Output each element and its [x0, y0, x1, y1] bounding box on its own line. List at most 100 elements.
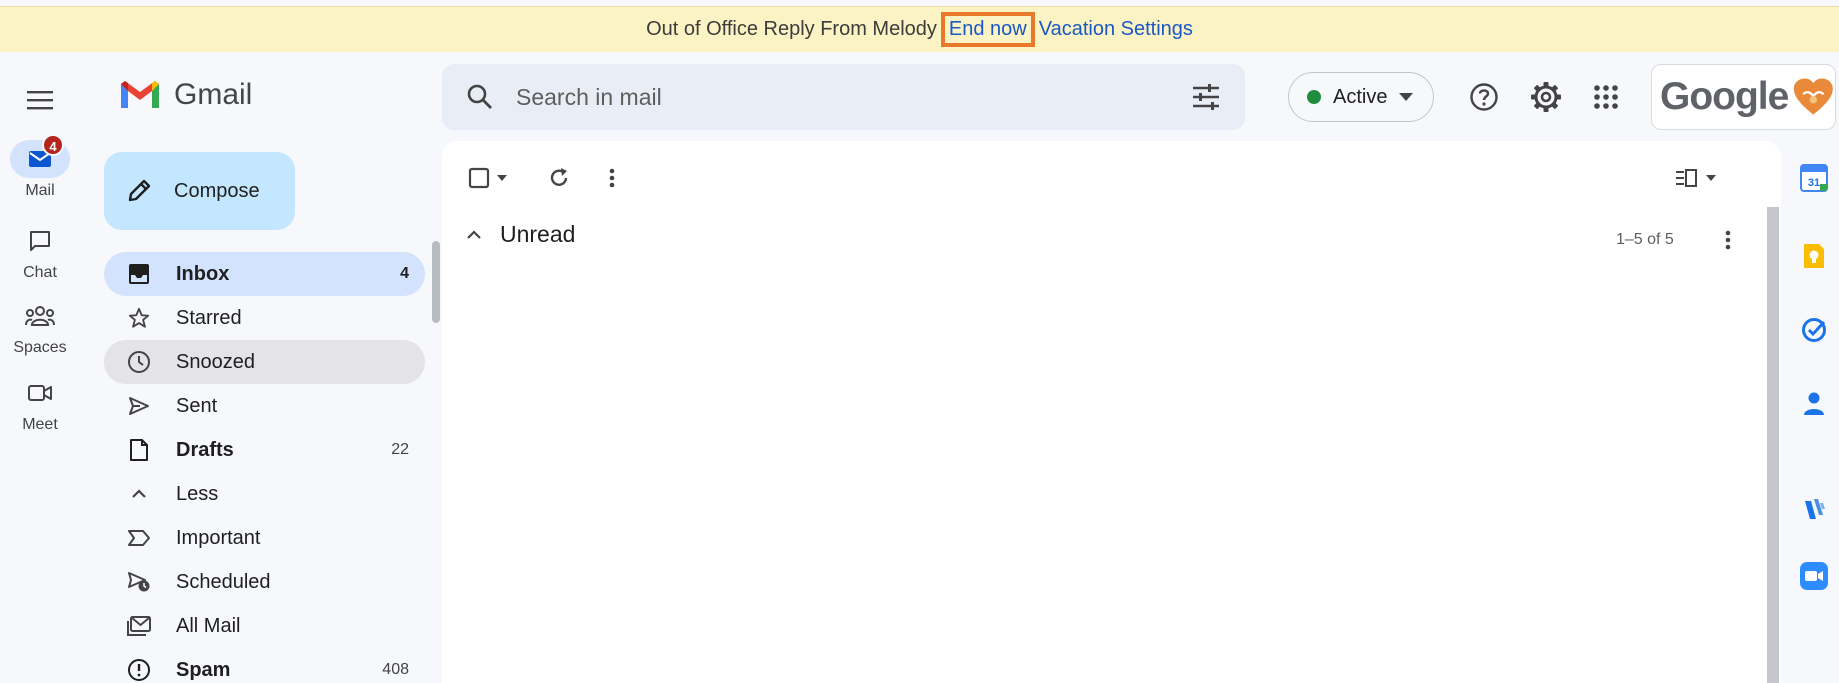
nav-scrollbar[interactable] [432, 241, 440, 323]
rail-label-mail: Mail [25, 182, 55, 199]
nav-item-important[interactable]: Important [104, 516, 425, 560]
search-options-icon[interactable] [1191, 84, 1221, 110]
status-dot [1307, 90, 1321, 104]
search-icon[interactable] [466, 83, 494, 111]
vacation-banner: Out of Office Reply From Melody End now … [0, 6, 1839, 52]
calendar-icon[interactable]: 31 [1800, 164, 1828, 192]
help-icon [1470, 83, 1498, 111]
spaces-icon [25, 306, 55, 326]
nav-label: Snoozed [176, 350, 255, 373]
gear-icon [1531, 82, 1561, 112]
rail-item-mail[interactable]: 4 Mail [0, 134, 80, 200]
compose-label: Compose [174, 179, 260, 202]
nav-item-spam[interactable]: Spam 408 [104, 648, 425, 683]
nav-item-snoozed[interactable]: Snoozed [104, 340, 425, 384]
rail-item-chat[interactable]: Chat [0, 222, 80, 282]
nav-item-less[interactable]: Less [104, 472, 425, 516]
spam-icon [126, 657, 152, 683]
section-options-button[interactable] [1718, 225, 1738, 255]
help-button[interactable] [1466, 79, 1502, 115]
status-dropdown[interactable]: Active [1288, 72, 1434, 122]
nav-item-sent[interactable]: Sent [104, 384, 425, 428]
gmail-m-icon [121, 81, 159, 108]
send-icon [126, 393, 152, 419]
nav-label: Starred [176, 306, 242, 329]
nav-label: Inbox [176, 262, 230, 285]
chevron-up-icon [126, 481, 152, 507]
draft-icon [126, 437, 152, 463]
vacation-settings-link[interactable]: Vacation Settings [1039, 18, 1193, 41]
select-all-checkbox[interactable] [466, 163, 516, 193]
nav-item-starred[interactable]: Starred [104, 296, 425, 340]
left-rail: 4 Mail Chat Spaces Meet [0, 52, 88, 683]
gmail-logo[interactable]: Gmail [118, 78, 252, 112]
calendar-day: 31 [1808, 177, 1820, 189]
section-title: Unread [500, 221, 576, 247]
app-name: Gmail [174, 78, 253, 111]
mail-unread-badge: 4 [42, 134, 64, 156]
clock-icon [126, 349, 152, 375]
rail-label-meet: Meet [22, 416, 58, 433]
scheduled-icon [126, 569, 152, 595]
all-mail-icon [126, 613, 152, 639]
rail-spaces-icon-wrap [10, 297, 70, 335]
rail-item-spaces[interactable]: Spaces [0, 297, 80, 357]
nav-count: 4 [400, 265, 409, 282]
account-button[interactable]: Google [1651, 64, 1836, 130]
split-pane-icon [1676, 169, 1716, 187]
rail-label-spaces: Spaces [13, 339, 67, 356]
caret-down-icon [1399, 93, 1414, 101]
nav-label: Important [176, 526, 261, 549]
pencil-icon [128, 179, 151, 202]
banner-message: Out of Office Reply From Melody [646, 18, 937, 40]
status-label: Active [1333, 85, 1388, 108]
unread-section-header[interactable]: Unread [466, 221, 575, 248]
hamburger-icon [27, 91, 53, 110]
important-icon [126, 525, 152, 551]
nav-label: Sent [176, 394, 218, 417]
tasks-icon[interactable] [1800, 316, 1828, 344]
keep-icon[interactable] [1800, 242, 1828, 270]
meet-icon [28, 385, 52, 401]
star-icon [126, 305, 152, 331]
checkbox-dropdown-icon [468, 167, 507, 189]
nav-count: 408 [382, 661, 409, 678]
mailbox-nav: Inbox 4 Starred Snoozed Sent Drafts 22 L… [104, 252, 425, 683]
split-pane-toggle[interactable] [1672, 163, 1722, 193]
rail-chat-icon-wrap [10, 222, 70, 260]
rail-mail-icon-wrap: 4 [10, 134, 70, 178]
apps-grid-icon [1594, 85, 1618, 109]
end-now-link[interactable]: End now [940, 12, 1035, 47]
contacts-icon[interactable] [1800, 390, 1828, 418]
nav-item-inbox[interactable]: Inbox 4 [104, 252, 425, 296]
main-menu-button[interactable] [24, 84, 56, 116]
more-vert-icon [1725, 230, 1731, 250]
refresh-icon [550, 168, 568, 186]
refresh-button[interactable] [544, 163, 574, 193]
nav-item-scheduled[interactable]: Scheduled [104, 560, 425, 604]
rail-label-chat: Chat [23, 264, 57, 281]
nav-label: Spam [176, 658, 231, 681]
search-input[interactable] [516, 83, 1191, 111]
google-logo-text: Google [1660, 75, 1789, 118]
nav-count: 22 [391, 441, 409, 458]
nav-item-all-mail[interactable]: All Mail [104, 604, 425, 648]
pagination-range: 1–5 of 5 [1616, 231, 1674, 248]
more-actions-button[interactable] [602, 163, 622, 193]
zoom-icon[interactable] [1800, 562, 1828, 590]
inbox-icon [126, 261, 152, 287]
search-bar [442, 64, 1245, 130]
nav-label: Drafts [176, 438, 234, 461]
settings-button[interactable] [1528, 79, 1564, 115]
addon-icon[interactable] [1800, 496, 1828, 524]
nav-item-drafts[interactable]: Drafts 22 [104, 428, 425, 472]
nav-label: Scheduled [176, 570, 271, 593]
chat-icon [30, 231, 50, 251]
list-scrollbar[interactable] [1767, 207, 1779, 683]
rail-meet-icon-wrap [10, 374, 70, 412]
apps-button[interactable] [1588, 79, 1624, 115]
nav-label: Less [176, 482, 219, 505]
rail-item-meet[interactable]: Meet [0, 374, 80, 434]
more-vert-icon [609, 168, 615, 188]
compose-button[interactable]: Compose [104, 152, 295, 230]
